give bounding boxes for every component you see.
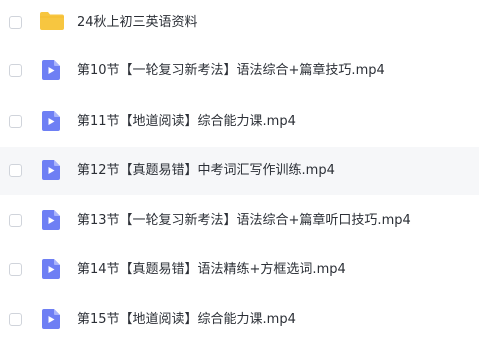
file-name: 24秋上初三英语资料 xyxy=(77,15,198,30)
checkbox[interactable] xyxy=(9,313,22,326)
file-name: 第15节【地道阅读】综合能力课.mp4 xyxy=(77,312,296,327)
list-item[interactable]: 第15节【地道阅读】综合能力课.mp4 xyxy=(0,296,479,344)
file-name: 第11节【地道阅读】综合能力课.mp4 xyxy=(77,114,296,129)
list-item[interactable]: 第12节【真题易错】中考词汇写作训练.mp4 xyxy=(0,147,479,195)
video-file-icon xyxy=(42,160,60,180)
list-item[interactable]: 第13节【一轮复习新考法】语法综合+篇章听口技巧.mp4 xyxy=(0,197,479,245)
checkbox[interactable] xyxy=(9,164,22,177)
file-name: 第14节【真题易错】语法精练+方框选词.mp4 xyxy=(77,262,346,277)
folder-icon xyxy=(40,12,64,30)
checkbox[interactable] xyxy=(9,16,22,29)
list-item[interactable]: 第11节【地道阅读】综合能力课.mp4 xyxy=(0,98,479,146)
checkbox[interactable] xyxy=(9,64,22,77)
list-item[interactable]: 24秋上初三英语资料 xyxy=(0,0,479,47)
file-name: 第13节【一轮复习新考法】语法综合+篇章听口技巧.mp4 xyxy=(77,213,411,228)
checkbox[interactable] xyxy=(9,214,22,227)
file-name: 第10节【一轮复习新考法】语法综合+篇章技巧.mp4 xyxy=(77,63,385,78)
checkbox[interactable] xyxy=(9,115,22,128)
video-file-icon xyxy=(42,111,60,131)
file-name: 第12节【真题易错】中考词汇写作训练.mp4 xyxy=(77,163,335,178)
video-file-icon xyxy=(42,259,60,279)
video-file-icon xyxy=(42,60,60,80)
video-file-icon xyxy=(42,210,60,230)
checkbox[interactable] xyxy=(9,263,22,276)
list-item[interactable]: 第10节【一轮复习新考法】语法综合+篇章技巧.mp4 xyxy=(0,47,479,95)
list-item[interactable]: 第14节【真题易错】语法精练+方框选词.mp4 xyxy=(0,246,479,294)
video-file-icon xyxy=(42,309,60,329)
